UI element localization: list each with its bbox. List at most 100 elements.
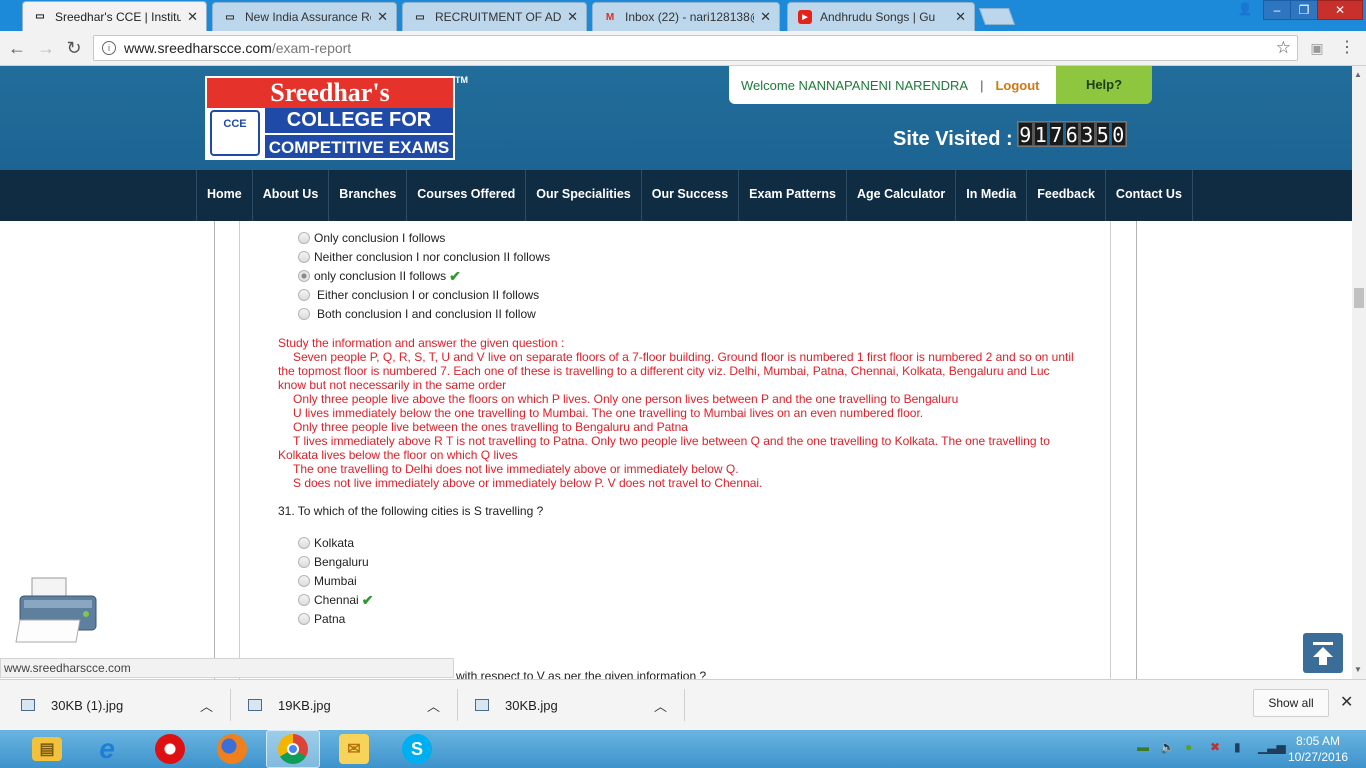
close-icon[interactable]: ✕: [1340, 692, 1353, 712]
maximize-button[interactable]: ❐: [1290, 0, 1318, 20]
chevron-up-icon[interactable]: ︿: [427, 696, 440, 715]
close-icon[interactable]: ✕: [567, 9, 578, 25]
option-label: Chennai: [314, 593, 359, 607]
firefox-icon[interactable]: [205, 730, 259, 768]
ie-icon[interactable]: e: [80, 730, 134, 768]
tab-gmail[interactable]: M Inbox (22) - nari128138@ ✕: [592, 2, 780, 31]
counter-digit: 3: [1080, 122, 1095, 147]
answer-option[interactable]: Both conclusion I and conclusion II foll…: [298, 306, 536, 322]
nav-contact-us[interactable]: Contact Us: [1106, 170, 1193, 221]
new-tab-button[interactable]: [978, 8, 1016, 25]
passage-line: The one travelling to Delhi does not liv…: [293, 462, 739, 476]
tab-sreedhars[interactable]: ▭ Sreedhar's CCE | Institute ✕: [22, 1, 207, 31]
explorer-icon[interactable]: ▤: [20, 730, 74, 768]
option-label: only conclusion II follows: [314, 269, 447, 283]
chevron-up-icon[interactable]: ︿: [200, 696, 213, 715]
counter-digit: 9: [1018, 122, 1033, 147]
radio-button[interactable]: [298, 556, 310, 568]
answer-option[interactable]: Either conclusion I or conclusion II fol…: [298, 287, 539, 303]
signal-icon[interactable]: ▁▃▅: [1258, 740, 1286, 754]
radio-button[interactable]: [298, 270, 310, 282]
tray-app-icon[interactable]: ●: [1185, 740, 1192, 754]
scroll-up-arrow-icon[interactable]: ▲: [1354, 70, 1362, 79]
logout-link[interactable]: Logout: [995, 78, 1039, 93]
site-visited-label: Site Visited :: [893, 128, 1013, 150]
menu-icon[interactable]: ⋮: [1336, 37, 1358, 59]
radio-button[interactable]: [298, 232, 310, 244]
download-item[interactable]: 30KB (1).jpg: [21, 693, 123, 717]
nav-exam-patterns[interactable]: Exam Patterns: [739, 170, 848, 221]
tab-recruitment[interactable]: ▭ RECRUITMENT OF ADMI ✕: [402, 2, 587, 31]
back-arrow-icon[interactable]: ←: [6, 37, 28, 59]
forward-arrow-icon[interactable]: →: [35, 37, 57, 59]
nav-age-calculator[interactable]: Age Calculator: [847, 170, 957, 221]
answer-option[interactable]: Neither conclusion I nor conclusion II f…: [298, 249, 550, 265]
chrome-icon[interactable]: [266, 730, 320, 768]
tab-youtube[interactable]: ▶ Andhrudu Songs | Gu ✕: [787, 2, 975, 31]
radio-button[interactable]: [298, 537, 310, 549]
gmail-icon: M: [605, 11, 615, 23]
nav-courses-offered[interactable]: Courses Offered: [407, 170, 527, 221]
radio-button[interactable]: [298, 251, 310, 263]
divider: [1136, 221, 1137, 679]
window-close-button[interactable]: ✕: [1317, 0, 1363, 20]
download-item[interactable]: 30KB.jpg: [475, 693, 558, 717]
counter-digit: 1: [1033, 122, 1048, 147]
answer-option[interactable]: Mumbai: [298, 573, 357, 589]
skype-icon[interactable]: S: [390, 730, 444, 768]
radio-button[interactable]: [298, 575, 310, 587]
power-icon[interactable]: ▮: [1234, 740, 1241, 754]
answer-option[interactable]: Only conclusion I follows: [298, 230, 445, 246]
network-error-icon[interactable]: ✖: [1210, 740, 1220, 754]
radio-button[interactable]: [298, 308, 310, 320]
url-path: /exam-report: [271, 40, 352, 56]
passage-line: Seven people P, Q, R, S, T, U and V live…: [278, 350, 1074, 392]
tab-new-india[interactable]: ▭ New India Assurance Rec ✕: [212, 2, 397, 31]
close-icon[interactable]: ✕: [760, 9, 771, 25]
user-icon[interactable]: 👤: [1233, 0, 1257, 20]
radio-button[interactable]: [298, 613, 310, 625]
option-label: Patna: [314, 612, 346, 626]
help-button[interactable]: Help?: [1056, 66, 1152, 104]
answer-option[interactable]: Chennai ✔: [298, 592, 373, 608]
answer-option[interactable]: only conclusion II follows ✔: [298, 268, 461, 284]
back-to-top-button[interactable]: [1303, 633, 1343, 673]
nav-our-specialities[interactable]: Our Specialities: [526, 170, 642, 221]
bookmark-star-icon[interactable]: ☆: [1276, 38, 1291, 58]
show-all-button[interactable]: Show all: [1253, 689, 1329, 717]
reload-icon[interactable]: ↻: [63, 37, 85, 59]
nav-in-media[interactable]: In Media: [956, 170, 1028, 221]
extension-icon[interactable]: ▣: [1306, 37, 1328, 59]
nav-home[interactable]: Home: [197, 170, 253, 221]
site-logo[interactable]: Sreedhar's CCE COLLEGE FOR COMPETITIVE E…: [205, 76, 455, 160]
info-icon[interactable]: i: [102, 41, 116, 55]
close-icon[interactable]: ✕: [955, 9, 966, 25]
address-bar[interactable]: i www.sreedharscce.com/exam-report ☆: [93, 35, 1298, 61]
radio-button[interactable]: [298, 289, 310, 301]
nav-about-us[interactable]: About Us: [253, 170, 330, 221]
scroll-down-arrow-icon[interactable]: ▼: [1354, 665, 1362, 674]
page-scrollbar[interactable]: [1352, 66, 1366, 679]
nav-our-success[interactable]: Our Success: [642, 170, 740, 221]
close-icon[interactable]: ✕: [377, 9, 388, 25]
download-item[interactable]: 19KB.jpg: [248, 693, 331, 717]
clock-date: 10/27/2016: [1288, 750, 1349, 764]
volume-icon[interactable]: 🔈: [1160, 740, 1175, 754]
opera-icon[interactable]: [143, 730, 197, 768]
printer-icon[interactable]: [14, 574, 102, 652]
network-device-icon[interactable]: ▬: [1137, 740, 1149, 754]
welcome-bar: Welcome NANNAPANENI NARENDRA | Logout: [729, 66, 1059, 104]
scrollbar-thumb[interactable]: [1354, 288, 1364, 308]
answer-option[interactable]: Bengaluru: [298, 554, 369, 570]
close-icon[interactable]: ✕: [187, 9, 198, 25]
chevron-up-icon[interactable]: ︿: [654, 696, 667, 715]
minimize-button[interactable]: –: [1263, 0, 1291, 20]
outlook-icon[interactable]: ✉: [327, 730, 381, 768]
answer-option[interactable]: Kolkata: [298, 535, 354, 551]
system-clock[interactable]: 8:05 AM 10/27/2016: [1288, 733, 1348, 765]
nav-branches[interactable]: Branches: [329, 170, 408, 221]
answer-option[interactable]: Patna: [298, 611, 345, 627]
nav-feedback[interactable]: Feedback: [1027, 170, 1106, 221]
radio-button[interactable]: [298, 594, 310, 606]
page-icon: ▭: [225, 11, 235, 23]
